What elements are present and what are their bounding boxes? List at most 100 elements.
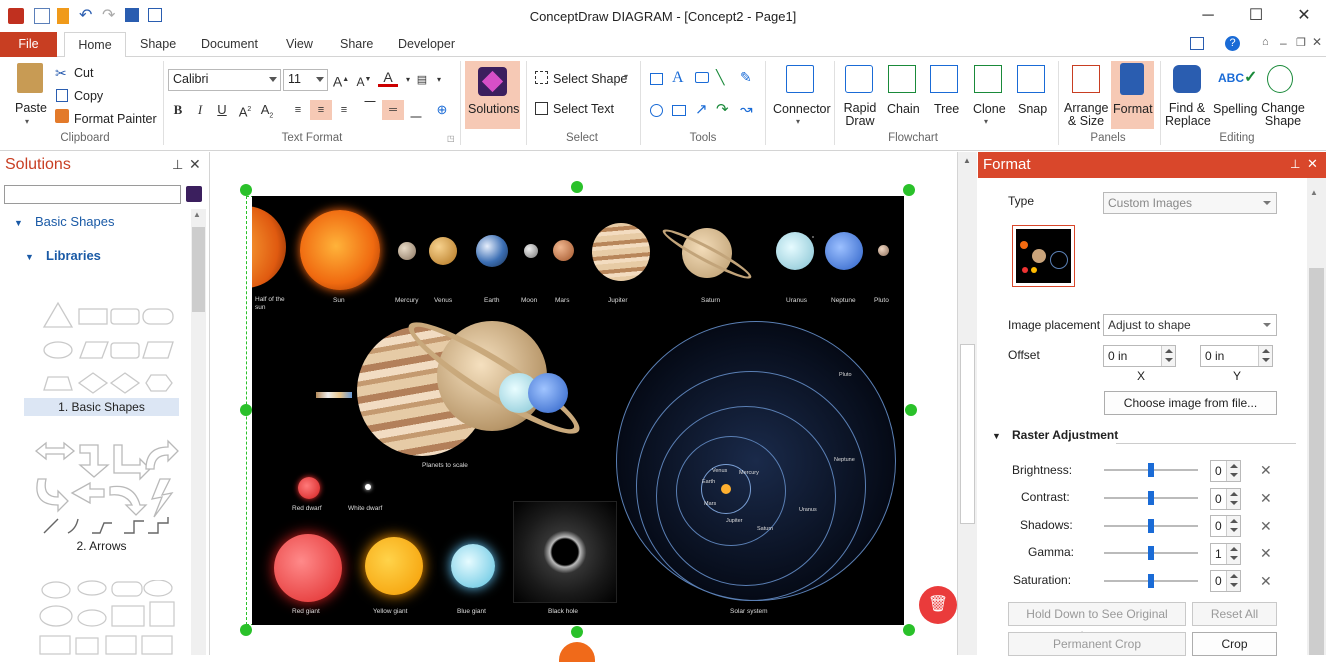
pin-icon[interactable]: ⊥ bbox=[172, 157, 183, 173]
layout-icon[interactable] bbox=[1190, 37, 1204, 50]
contrast-slider-thumb[interactable] bbox=[1148, 491, 1154, 505]
maximize-button[interactable]: ☐ bbox=[1246, 6, 1266, 26]
minimize-button[interactable]: ─ bbox=[1198, 6, 1218, 26]
tab-home[interactable]: Home bbox=[64, 32, 126, 58]
image-thumbnail[interactable] bbox=[1012, 225, 1075, 287]
contrast-slider[interactable] bbox=[1104, 491, 1198, 505]
resize-handle-bottom[interactable] bbox=[571, 626, 583, 638]
arrange-size-icon[interactable] bbox=[1072, 65, 1100, 93]
offset-y-input[interactable]: 0 in bbox=[1200, 345, 1273, 367]
resize-handle-top-right[interactable] bbox=[903, 184, 915, 196]
solutions-scrollbar-thumb[interactable] bbox=[192, 227, 205, 312]
rectangle-tool-icon[interactable] bbox=[650, 73, 663, 85]
subscript-icon[interactable]: A2 bbox=[257, 100, 277, 120]
saturation-spin[interactable] bbox=[1226, 571, 1240, 591]
saturation-slider[interactable] bbox=[1104, 574, 1198, 588]
shadows-slider[interactable] bbox=[1104, 519, 1198, 533]
choose-image-button[interactable]: Choose image from file... bbox=[1104, 391, 1277, 415]
contrast-input[interactable]: 0 bbox=[1210, 488, 1241, 510]
pen-tool-icon[interactable]: ✎ bbox=[740, 69, 752, 86]
dialog-launcher-icon[interactable]: ◳ bbox=[447, 134, 455, 143]
spelling-icon[interactable]: ABC✓ bbox=[1218, 67, 1257, 87]
tab-file[interactable]: File bbox=[0, 32, 57, 57]
offset-y-spin[interactable] bbox=[1258, 346, 1272, 366]
change-shape-button[interactable]: Change Shape bbox=[1258, 102, 1308, 128]
drawing-canvas[interactable]: Half of the sun Sun Mercury Venus Earth … bbox=[211, 152, 957, 662]
rapid-draw-button[interactable]: Rapid Draw bbox=[843, 102, 877, 128]
basic-shapes-library[interactable]: 1. Basic Shapes bbox=[24, 297, 179, 416]
callout-tool-icon[interactable] bbox=[695, 72, 709, 83]
brightness-reset-icon[interactable]: ✕ bbox=[1260, 462, 1272, 479]
align-left-icon[interactable]: ≡ bbox=[288, 100, 308, 120]
format-scrollbar-thumb[interactable] bbox=[1309, 268, 1324, 655]
saturation-input[interactable]: 0 bbox=[1210, 570, 1241, 592]
saturation-reset-icon[interactable]: ✕ bbox=[1260, 573, 1272, 590]
find-replace-icon[interactable] bbox=[1173, 65, 1201, 93]
clone-button[interactable]: Clone bbox=[973, 102, 1006, 116]
solutions-button[interactable]: Solutions bbox=[468, 102, 519, 116]
format-painter-button[interactable]: Format Painter bbox=[74, 112, 157, 126]
find-replace-button[interactable]: Find & Replace bbox=[1165, 102, 1211, 128]
format-brush-icon[interactable] bbox=[1120, 63, 1144, 95]
select-shape-dropdown-icon[interactable]: ▾ bbox=[624, 72, 628, 81]
textbox-tool-icon[interactable] bbox=[672, 105, 686, 116]
curve-tool-icon[interactable]: ↷ bbox=[716, 100, 729, 118]
format-scroll-up-icon[interactable]: ▲ bbox=[1310, 188, 1318, 197]
contrast-reset-icon[interactable]: ✕ bbox=[1260, 490, 1272, 507]
collapse-raster-icon[interactable]: ▼ bbox=[992, 431, 1001, 441]
snap-button[interactable]: Snap bbox=[1018, 102, 1047, 116]
format-close-icon[interactable]: ✕ bbox=[1307, 156, 1318, 172]
callouts-library[interactable] bbox=[36, 579, 176, 655]
format-panel-button[interactable]: Format bbox=[1113, 102, 1153, 116]
format-pin-icon[interactable]: ⊥ bbox=[1290, 157, 1300, 171]
offset-x-spin[interactable] bbox=[1161, 346, 1175, 366]
freehand-tool-icon[interactable]: ↝ bbox=[740, 100, 753, 118]
doc-minimize-icon[interactable]: – bbox=[1280, 36, 1287, 50]
panel-close-icon[interactable]: ✕ bbox=[189, 156, 201, 173]
align-center-icon[interactable]: ≡ bbox=[311, 100, 331, 120]
gamma-input[interactable]: 1 bbox=[1210, 543, 1241, 565]
font-size-combo[interactable]: 11 bbox=[283, 69, 328, 91]
canvas-scrollbar[interactable]: ▲ bbox=[957, 152, 977, 655]
tab-shape[interactable]: Shape bbox=[134, 32, 182, 57]
solutions-scrollbar[interactable] bbox=[191, 209, 206, 655]
solutions-search-icon[interactable] bbox=[186, 186, 202, 202]
select-text-button[interactable]: Select Text bbox=[553, 102, 614, 116]
tree-button[interactable]: Tree bbox=[934, 102, 959, 116]
shrink-font-icon[interactable]: A▼ bbox=[354, 70, 374, 90]
copy-button[interactable]: Copy bbox=[74, 89, 103, 103]
tab-view[interactable]: View bbox=[280, 32, 319, 57]
change-shape-icon[interactable] bbox=[1267, 65, 1293, 93]
tree-icon[interactable] bbox=[930, 65, 958, 93]
paste-icon[interactable] bbox=[17, 63, 43, 93]
permanent-crop-button[interactable]: Permanent Crop bbox=[1008, 632, 1186, 656]
tab-document[interactable]: Document bbox=[195, 32, 264, 57]
shadows-reset-icon[interactable]: ✕ bbox=[1260, 518, 1272, 535]
ribbon-collapse-icon[interactable]: ⌂ bbox=[1262, 36, 1269, 48]
spelling-button[interactable]: Spelling bbox=[1213, 102, 1257, 116]
shadows-spin[interactable] bbox=[1226, 516, 1240, 536]
align-middle-icon[interactable]: ═ bbox=[383, 100, 403, 120]
resize-handle-top-left[interactable] bbox=[240, 184, 252, 196]
tree-item-libraries[interactable]: Libraries bbox=[46, 248, 101, 263]
clone-icon[interactable] bbox=[974, 65, 1002, 93]
clone-dropdown-icon[interactable]: ▾ bbox=[984, 117, 988, 126]
font-color-icon[interactable]: A bbox=[378, 69, 398, 87]
align-right-icon[interactable]: ≡ bbox=[334, 100, 354, 120]
text-tool-icon[interactable]: A bbox=[672, 69, 684, 87]
type-combo[interactable]: Custom Images bbox=[1103, 192, 1277, 214]
text-box-icon[interactable]: ⊕ bbox=[432, 100, 452, 120]
saturation-slider-thumb[interactable] bbox=[1148, 574, 1154, 588]
help-icon[interactable]: ? bbox=[1225, 36, 1240, 51]
arrow-tool-icon[interactable]: ↗ bbox=[695, 100, 708, 118]
doc-restore-icon[interactable]: ❐ bbox=[1296, 36, 1306, 49]
canvas-scroll-up-icon[interactable]: ▲ bbox=[963, 156, 971, 165]
format-scrollbar[interactable]: ▲ bbox=[1307, 178, 1326, 655]
snap-icon[interactable] bbox=[1017, 65, 1045, 93]
resize-handle-left[interactable] bbox=[240, 404, 252, 416]
align-bottom-icon[interactable]: ⎽ bbox=[406, 102, 426, 122]
gamma-spin[interactable] bbox=[1226, 544, 1240, 564]
gamma-slider-thumb[interactable] bbox=[1148, 546, 1154, 560]
canvas-scrollbar-thumb[interactable] bbox=[960, 344, 975, 524]
italic-icon[interactable]: I bbox=[190, 100, 210, 120]
